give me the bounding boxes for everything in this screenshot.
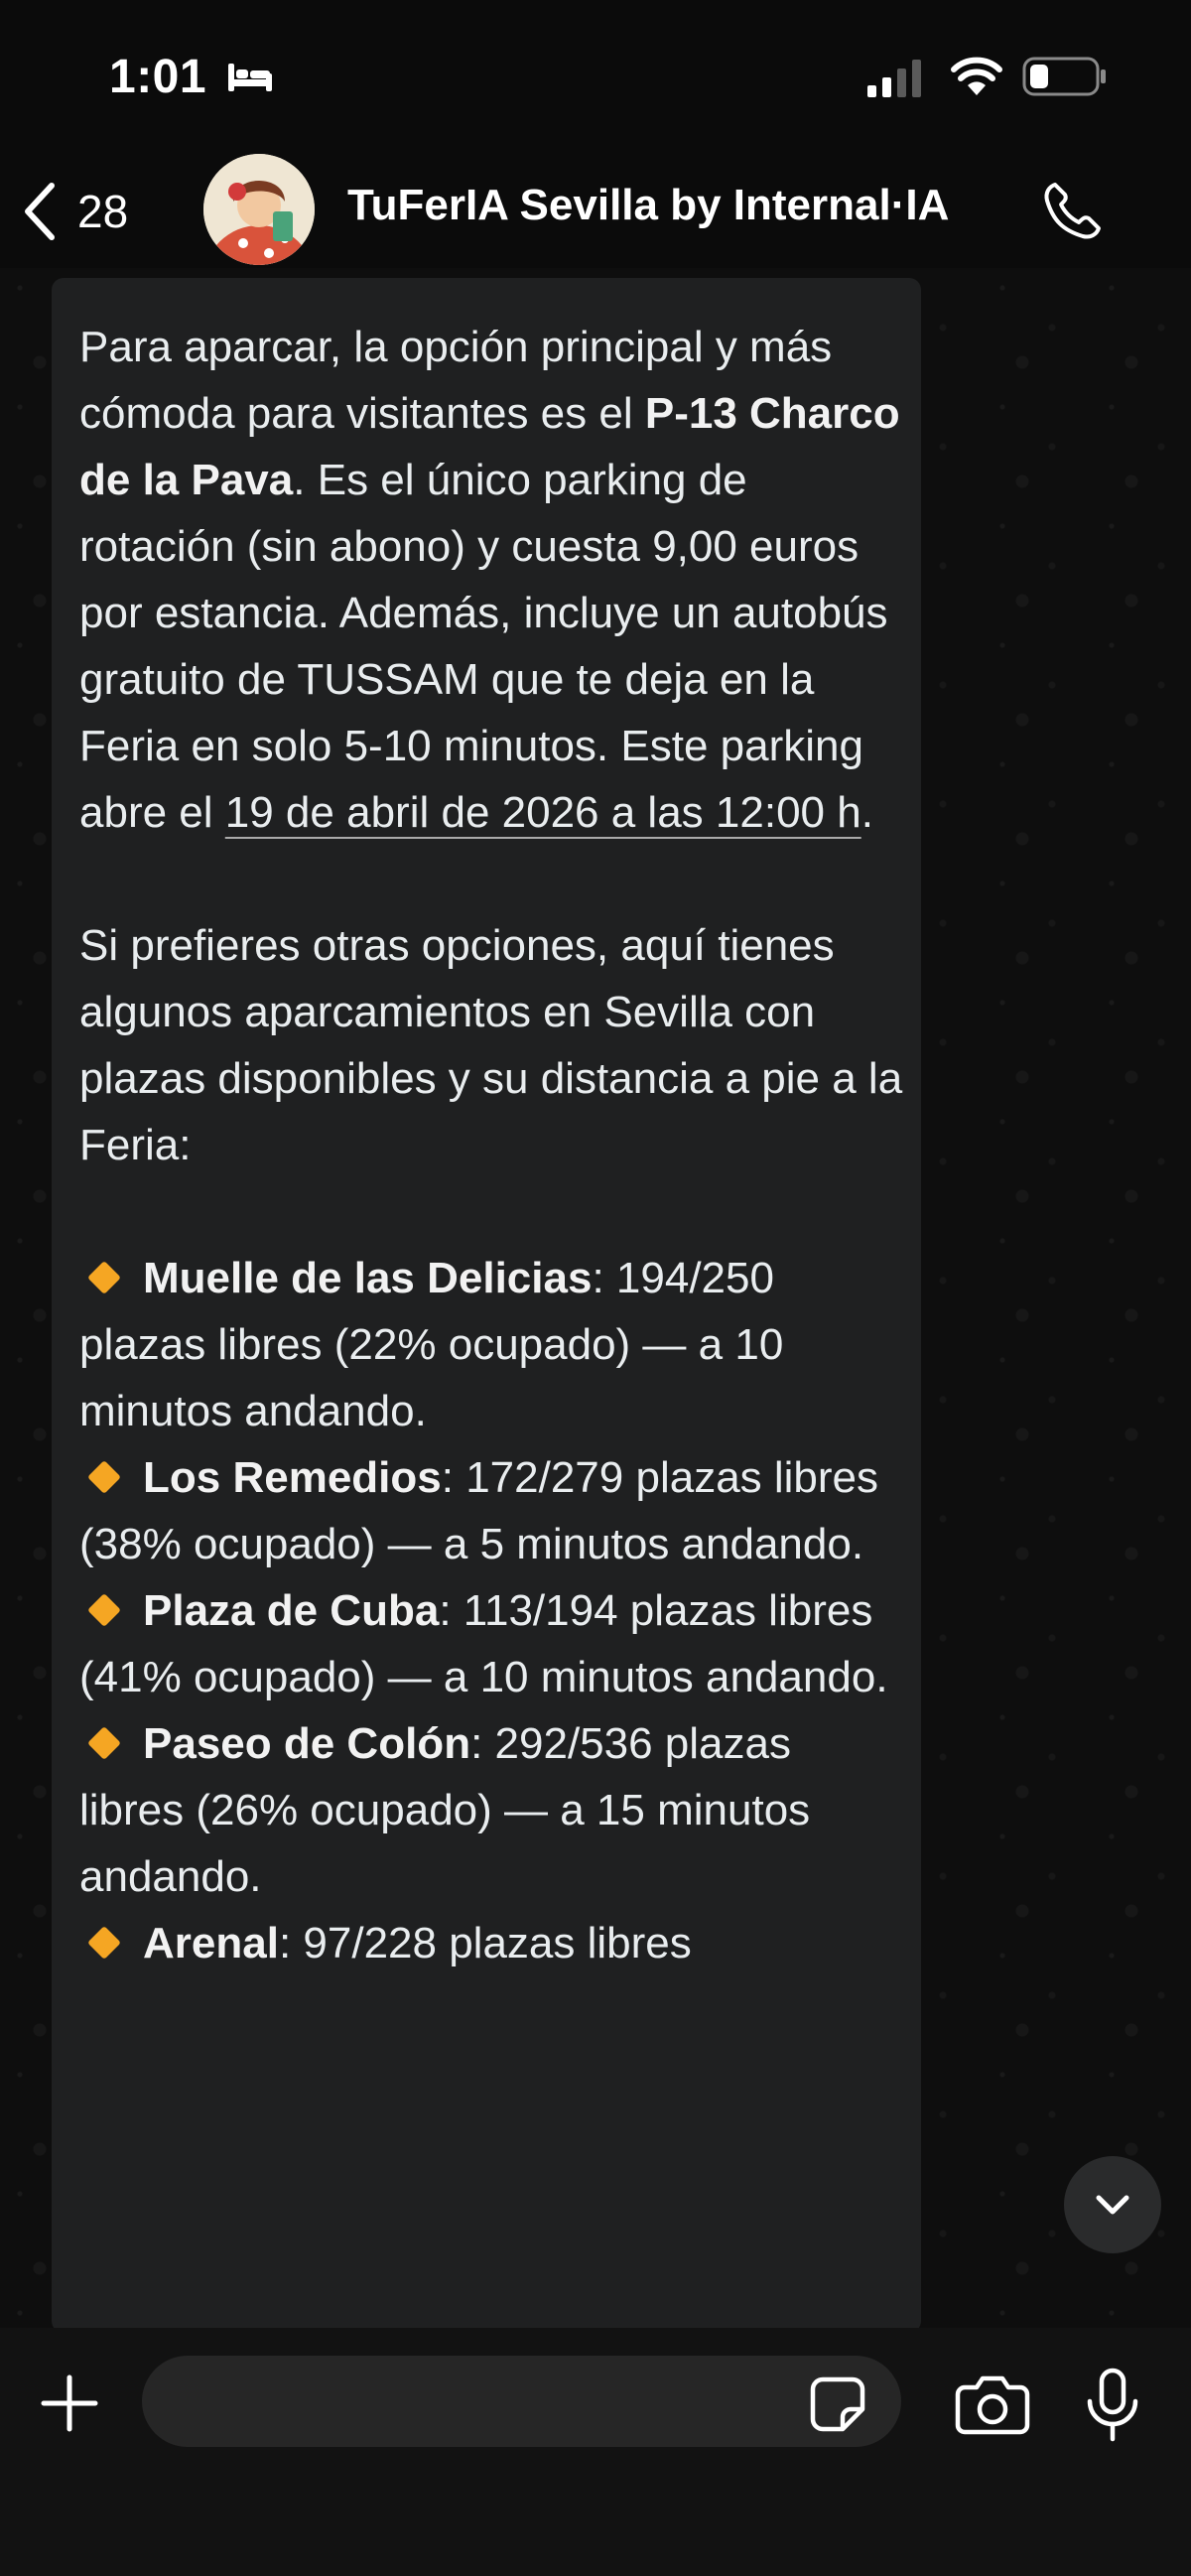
parking-name: Muelle de las Delicias	[143, 1254, 593, 1302]
battery-icon	[1022, 57, 1106, 96]
sticker-icon[interactable]	[809, 2375, 866, 2433]
phone-icon[interactable]	[1037, 177, 1107, 246]
input-bar	[0, 2328, 1191, 2576]
parking-item: Muelle de las Delicias: 194/250 plazas l…	[79, 1245, 903, 1444]
scroll-to-bottom-button[interactable]	[1064, 2156, 1161, 2253]
intro-text-continued: . Es el único parking de rotación (sin a…	[79, 456, 888, 837]
orange-diamond-icon	[87, 1261, 121, 1294]
parking-item: Paseo de Colón: 292/536 plazas libres (2…	[79, 1710, 903, 1910]
chat-screen: 1:01 28 TuFerIA Sevilla by Internal·IA P…	[0, 0, 1191, 2576]
back-button[interactable]: 28	[20, 177, 128, 246]
parking-item: Los Remedios: 172/279 plazas libres (38%…	[79, 1444, 903, 1577]
orange-diamond-icon	[87, 1460, 121, 1494]
parking-name: Los Remedios	[143, 1453, 442, 1502]
back-chevron-icon	[25, 183, 55, 240]
chat-title[interactable]: TuFerIA Sevilla by Internal·IA	[347, 181, 949, 230]
chevron-down-icon	[1096, 2195, 1129, 2215]
signal-icon	[867, 60, 921, 97]
avatar[interactable]	[203, 154, 315, 265]
status-time: 1:01	[109, 51, 207, 103]
camera-icon[interactable]	[955, 2373, 1030, 2435]
other-options-paragraph: Si prefieres otras opciones, aquí tienes…	[79, 921, 903, 1169]
status-bar: 1:01	[0, 0, 1191, 159]
orange-diamond-icon	[87, 1726, 121, 1760]
date-link[interactable]: 19 de abril de 2026 a las 12:00 h	[225, 788, 861, 837]
parking-item: Arenal: 97/228 plazas libres	[79, 1910, 903, 1976]
orange-diamond-icon	[87, 1593, 121, 1627]
unread-count: 28	[77, 186, 129, 237]
orange-diamond-icon	[87, 1926, 121, 1960]
bed-icon	[228, 64, 272, 91]
mic-icon[interactable]	[1082, 2368, 1143, 2443]
parking-item: Plaza de Cuba: 113/194 plazas libres (41…	[79, 1577, 903, 1710]
message-input[interactable]	[142, 2356, 901, 2447]
intro-end: .	[860, 788, 873, 837]
parking-name: Arenal	[143, 1919, 279, 1967]
parking-name: Paseo de Colón	[143, 1719, 471, 1768]
intro-paragraph: Para aparcar, la opción principal y más …	[79, 314, 903, 846]
plus-icon[interactable]	[38, 2372, 101, 2435]
chat-header: 28 TuFerIA Sevilla by Internal·IA	[0, 149, 1191, 268]
parking-name: Plaza de Cuba	[143, 1586, 440, 1635]
message-text: Para aparcar, la opción principal y más …	[79, 314, 903, 1976]
wifi-icon	[951, 57, 1002, 95]
parking-detail: : 97/228 plazas libres	[278, 1919, 692, 1967]
